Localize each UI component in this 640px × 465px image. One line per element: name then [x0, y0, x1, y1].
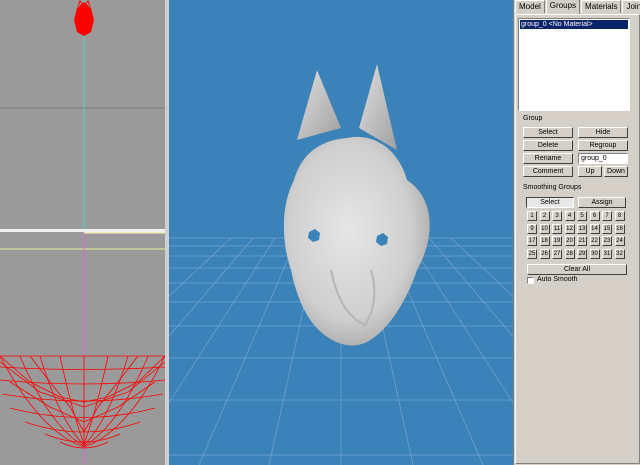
- smoothing-group-button[interactable]: 20: [564, 236, 575, 246]
- smoothing-group-button[interactable]: 15: [602, 223, 612, 234]
- smoothing-group-button[interactable]: 31: [602, 248, 612, 259]
- smoothing-group-button[interactable]: 7: [602, 211, 612, 221]
- auto-smooth-label: Auto Smooth: [537, 276, 578, 283]
- smoothing-group-button[interactable]: 16: [614, 223, 625, 234]
- smoothing-section-title: Smoothing Groups: [523, 184, 582, 191]
- smoothing-group-button[interactable]: 13: [577, 223, 587, 234]
- groups-list[interactable]: group_0 <No Material>: [518, 18, 630, 111]
- tab-groups[interactable]: Groups: [545, 0, 581, 14]
- smoothing-group-button[interactable]: 25: [527, 248, 537, 259]
- smoothing-group-button[interactable]: 17: [527, 236, 537, 246]
- tab-model[interactable]: Model: [515, 0, 545, 13]
- hide-group-button[interactable]: Hide: [578, 127, 628, 138]
- delete-group-button[interactable]: Delete: [523, 140, 573, 151]
- smoothing-select-button[interactable]: Select: [526, 197, 574, 208]
- smoothing-group-button[interactable]: 1: [527, 211, 537, 221]
- smoothing-group-button[interactable]: 8: [614, 211, 625, 221]
- viewport-top[interactable]: [0, 0, 165, 230]
- smoothing-group-button[interactable]: 11: [552, 223, 562, 234]
- viewport-3d[interactable]: [169, 0, 513, 465]
- regroup-button[interactable]: Regroup: [578, 140, 628, 151]
- smoothing-group-button[interactable]: 32: [614, 248, 625, 259]
- side-panel: Model Groups Materials Joints group_0 <N…: [513, 0, 640, 465]
- smoothing-group-button[interactable]: 27: [552, 248, 562, 259]
- smoothing-assign-button[interactable]: Assign: [578, 197, 626, 208]
- smoothing-group-button[interactable]: 6: [589, 211, 600, 221]
- perspective-canvas: [169, 64, 513, 465]
- smoothing-group-button[interactable]: 4: [564, 211, 575, 221]
- smoothing-group-button[interactable]: 21: [577, 236, 587, 246]
- smoothing-group-button[interactable]: 29: [577, 248, 587, 259]
- groups-tab-body: group_0 <No Material> Group Select Hide …: [515, 14, 640, 464]
- smoothing-group-button[interactable]: 12: [564, 223, 575, 234]
- smoothing-group-button[interactable]: 26: [539, 248, 550, 259]
- smoothing-group-button[interactable]: 9: [527, 223, 537, 234]
- move-up-button[interactable]: Up: [578, 166, 602, 177]
- group-name-field[interactable]: group_0: [578, 153, 628, 164]
- smoothing-group-button[interactable]: 5: [577, 211, 587, 221]
- panel-tabs: Model Groups Materials Joints: [514, 0, 640, 14]
- smoothing-group-button[interactable]: 22: [589, 236, 600, 246]
- smoothing-group-button[interactable]: 24: [614, 236, 625, 246]
- smoothing-group-button[interactable]: 10: [539, 223, 550, 234]
- smoothing-group-button[interactable]: 30: [589, 248, 600, 259]
- clear-all-button[interactable]: Clear All: [527, 264, 627, 275]
- fox-mask-model: [283, 64, 430, 346]
- mesh-front-wireframe: [0, 355, 165, 449]
- list-item[interactable]: group_0 <No Material>: [520, 20, 628, 29]
- group-section-title: Group: [523, 115, 543, 122]
- comment-button[interactable]: Comment: [523, 166, 573, 177]
- rename-group-button[interactable]: Rename: [523, 153, 573, 164]
- smoothing-group-button[interactable]: 18: [539, 236, 550, 246]
- smoothing-group-button[interactable]: 3: [552, 211, 562, 221]
- select-group-button[interactable]: Select: [523, 127, 573, 138]
- top-view-canvas: [0, 0, 165, 230]
- move-down-button[interactable]: Down: [604, 166, 628, 177]
- tab-joints[interactable]: Joints: [622, 0, 640, 13]
- tab-materials[interactable]: Materials: [581, 0, 622, 13]
- smoothing-group-button[interactable]: 14: [589, 223, 600, 234]
- smoothing-group-button[interactable]: 19: [552, 236, 562, 246]
- front-view-canvas: [0, 232, 165, 465]
- auto-smooth-checkbox[interactable]: [527, 277, 534, 284]
- smoothing-group-button[interactable]: 23: [602, 236, 612, 246]
- smoothing-group-button[interactable]: 2: [539, 211, 550, 221]
- viewport-front[interactable]: [0, 232, 165, 465]
- smoothing-group-button[interactable]: 28: [564, 248, 575, 259]
- mesh-top-silhouette: [74, 0, 94, 36]
